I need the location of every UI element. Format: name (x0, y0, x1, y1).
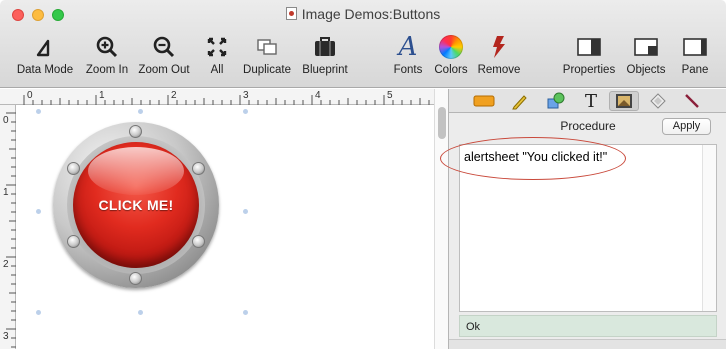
remove-label: Remove (477, 64, 521, 76)
duplicate-icon (238, 32, 296, 62)
edit-tab-icon[interactable] (505, 91, 535, 111)
toolbar-area: Image Demos:Buttons Data Mode Zoom In Zo… (0, 0, 726, 88)
ruler-label: 1 (3, 187, 9, 198)
remove-icon (474, 32, 524, 62)
status-message: Ok (459, 315, 717, 337)
objects-button[interactable]: Objects (622, 32, 670, 76)
fonts-icon: A (398, 32, 418, 62)
text-tab-icon[interactable]: T (576, 91, 606, 112)
objects-icon (622, 32, 670, 62)
pane-icon (673, 32, 717, 62)
procedure-editor[interactable]: alertsheet "You clicked it!" (440, 137, 717, 312)
selection-handle[interactable] (36, 310, 41, 315)
line-tab-icon[interactable] (677, 91, 707, 111)
properties-pane: T Procedure Apply alertsheet "You clicke… (440, 89, 726, 349)
selection-handle[interactable] (138, 310, 143, 315)
ruler-label: 2 (171, 90, 177, 101)
fonts-button[interactable]: A Fonts (388, 32, 428, 76)
zoom-in-icon (80, 32, 134, 62)
zoom-all-label: All (210, 64, 224, 76)
pane-label: Pane (681, 64, 709, 76)
vertical-ruler: 0 1 2 3 (0, 105, 16, 349)
button-gloss (88, 147, 184, 195)
zoom-out-button[interactable]: Zoom Out (134, 32, 194, 76)
button-tab-icon[interactable] (643, 91, 673, 111)
ruler-label: 3 (3, 331, 9, 342)
fonts-label: Fonts (393, 64, 423, 76)
selection-handle[interactable] (36, 209, 41, 214)
window-title-text: Image Demos:Buttons (301, 6, 441, 22)
shapes-tab-icon[interactable] (541, 91, 571, 111)
pane-button[interactable]: Pane (673, 32, 717, 76)
data-mode-label: Data Mode (16, 64, 74, 76)
screw-icon (129, 272, 142, 285)
apply-button[interactable]: Apply (662, 118, 711, 135)
zoom-in-button[interactable]: Zoom In (80, 32, 134, 76)
horizontal-ruler: 0 1 2 3 4 5 (0, 89, 435, 105)
selection-handle[interactable] (243, 310, 248, 315)
screw-icon (67, 235, 80, 248)
ruler-label: 4 (315, 90, 321, 101)
blueprint-label: Blueprint (302, 64, 348, 76)
zoom-out-label: Zoom Out (138, 64, 190, 76)
selection-handle[interactable] (243, 109, 248, 114)
layout-canvas[interactable]: CLICK ME! (17, 106, 435, 349)
screw-icon (129, 125, 142, 138)
ruler-label: 5 (387, 90, 393, 101)
window-title: Image Demos:Buttons (0, 6, 726, 22)
screw-icon (67, 162, 80, 175)
pane-tab-bar: T (449, 89, 726, 113)
ruler-label: 0 (3, 115, 9, 126)
screw-icon (192, 235, 205, 248)
zoom-all-icon (200, 32, 234, 62)
selection-handle[interactable] (138, 109, 143, 114)
ruler-label: 0 (27, 90, 33, 101)
blueprint-icon (297, 32, 353, 62)
scrollbar-thumb[interactable] (438, 107, 446, 139)
data-mode-icon (13, 32, 77, 62)
click-me-button-graphic[interactable]: CLICK ME! (53, 122, 219, 288)
zoom-out-icon (134, 32, 194, 62)
graphics-tab-icon[interactable] (469, 91, 499, 111)
pane-bottom-bar (449, 339, 726, 349)
blueprint-button[interactable]: Blueprint (297, 32, 353, 76)
objects-label: Objects (626, 64, 666, 76)
screw-icon (192, 162, 205, 175)
editor-scrollbar[interactable] (702, 145, 716, 311)
zoom-all-button[interactable]: All (200, 32, 234, 76)
selection-handle[interactable] (243, 209, 248, 214)
document-icon (285, 7, 297, 20)
properties-label: Properties (562, 64, 616, 76)
remove-button[interactable]: Remove (474, 32, 524, 76)
properties-button[interactable]: Properties (558, 32, 620, 76)
data-mode-button[interactable]: Data Mode (13, 32, 77, 76)
duplicate-label: Duplicate (243, 64, 291, 76)
app-window: Image Demos:Buttons Data Mode Zoom In Zo… (0, 0, 726, 349)
colors-label: Colors (434, 64, 468, 76)
colors-button[interactable]: Colors (429, 32, 473, 76)
click-me-label: CLICK ME! (98, 197, 174, 213)
selection-handle[interactable] (36, 109, 41, 114)
annotation-oval (440, 137, 626, 180)
colors-icon (429, 32, 473, 62)
ruler-label: 1 (99, 90, 105, 101)
properties-icon (558, 32, 620, 62)
ruler-label: 3 (243, 90, 249, 101)
ruler-label: 2 (3, 259, 9, 270)
duplicate-button[interactable]: Duplicate (238, 32, 296, 76)
zoom-in-label: Zoom In (85, 64, 129, 76)
canvas-vertical-scrollbar[interactable] (434, 89, 448, 349)
image-tab-icon[interactable] (609, 91, 639, 111)
